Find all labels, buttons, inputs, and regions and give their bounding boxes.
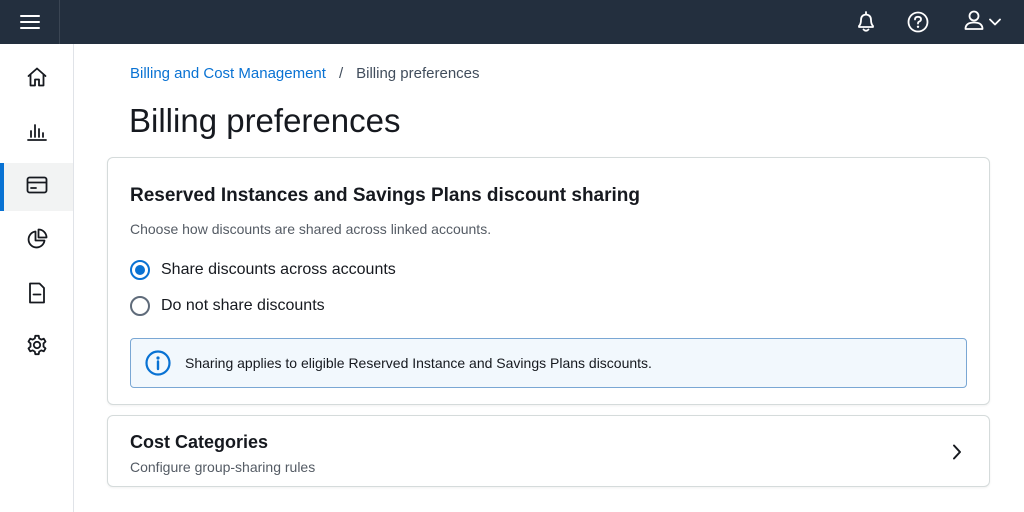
breadcrumb-separator: / (338, 65, 344, 82)
discount-sharing-card: Reserved Instances and Savings Plans dis… (107, 157, 990, 405)
user-icon (963, 9, 985, 36)
info-icon (145, 350, 171, 376)
user-menu-button[interactable] (958, 0, 1006, 44)
chevron-right-icon[interactable] (947, 441, 967, 463)
nav-item-home[interactable] (0, 55, 73, 103)
nav-item-documents[interactable] (0, 271, 73, 319)
document-icon (27, 282, 47, 309)
nav-item-reports[interactable] (0, 109, 73, 157)
credit-card-icon (26, 176, 48, 199)
info-alert-text: Sharing applies to eligible Reserved Ins… (185, 355, 652, 371)
side-navigation (0, 44, 74, 512)
breadcrumb-link-billing-and-cost-management[interactable]: Billing and Cost Management (130, 65, 326, 83)
hamburger-menu-icon[interactable] (0, 0, 60, 44)
nav-item-settings[interactable] (0, 323, 73, 371)
breadcrumb: Billing and Cost Management / Billing pr… (130, 65, 480, 83)
info-alert: Sharing applies to eligible Reserved Ins… (130, 338, 967, 388)
cost-categories-description: Configure group-sharing rules (130, 459, 316, 475)
gear-icon (26, 334, 48, 361)
discount-sharing-title: Reserved Instances and Savings Plans dis… (130, 185, 641, 206)
radio-label: Do not share discounts (161, 297, 325, 314)
help-circle-icon[interactable] (904, 0, 932, 44)
top-navigation-bar (0, 0, 1024, 44)
discount-sharing-description: Choose how discounts are shared across l… (130, 221, 492, 237)
home-icon (26, 66, 48, 93)
chevron-down-icon (989, 13, 1001, 31)
breadcrumb-current: Billing preferences (356, 65, 480, 82)
radio-share-discounts[interactable]: Share discounts across accounts (130, 260, 396, 280)
cost-categories-title: Cost Categories (130, 432, 269, 452)
radio-label: Share discounts across accounts (161, 261, 396, 278)
nav-item-cost-analysis[interactable] (0, 217, 73, 265)
radio-button-unchecked[interactable] (130, 296, 150, 316)
bell-icon[interactable] (852, 0, 880, 44)
page-title: Billing preferences (129, 102, 401, 139)
cost-categories-card[interactable]: Cost Categories Configure group-sharing … (107, 415, 990, 487)
nav-item-billing[interactable] (0, 163, 73, 211)
radio-do-not-share[interactable]: Do not share discounts (130, 296, 325, 316)
bar-chart-icon (26, 120, 48, 147)
radio-button-checked[interactable] (130, 260, 150, 280)
pie-chart-icon (26, 228, 48, 255)
